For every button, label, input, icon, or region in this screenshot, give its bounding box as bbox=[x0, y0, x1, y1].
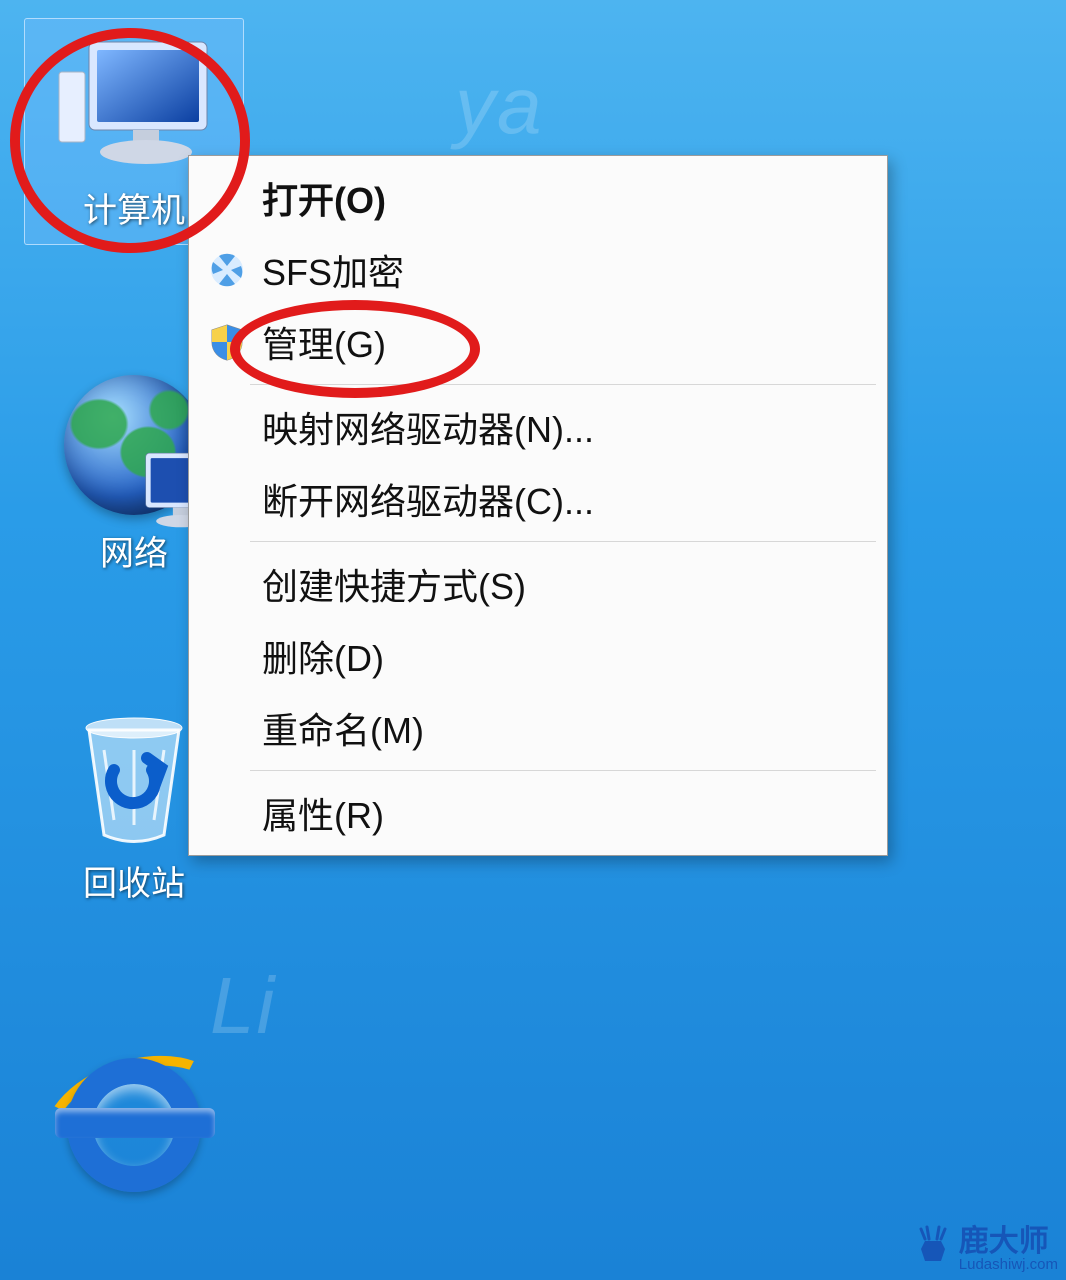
watermark-ghost: ya bbox=[455, 60, 544, 152]
context-menu-separator bbox=[250, 384, 876, 385]
menu-item-label: 重命名(M) bbox=[262, 702, 424, 754]
watermark-url: Ludashiwj.com bbox=[959, 1257, 1058, 1273]
desktop-icon-label: 回收站 bbox=[24, 856, 244, 905]
menu-item-label: 删除(D) bbox=[262, 630, 384, 682]
context-menu-separator bbox=[250, 541, 876, 542]
context-menu-sfs-encrypt[interactable]: SFS加密 bbox=[192, 234, 884, 306]
context-menu-create-shortcut[interactable]: 创建快捷方式(S) bbox=[192, 548, 884, 620]
deer-icon bbox=[913, 1225, 953, 1274]
sfs-icon bbox=[206, 249, 248, 291]
context-menu-disconnect-network-drive[interactable]: 断开网络驱动器(C)... bbox=[192, 463, 884, 535]
context-menu-manage[interactable]: 管理(G) bbox=[192, 306, 884, 378]
context-menu-open[interactable]: 打开(O) bbox=[192, 162, 884, 234]
menu-item-label: 属性(R) bbox=[262, 787, 384, 839]
context-menu: 打开(O) SFS加密 管理(G) 映射网络驱动器 bbox=[188, 155, 888, 856]
menu-item-label: 管理(G) bbox=[262, 316, 386, 368]
menu-item-label: 创建快捷方式(S) bbox=[262, 558, 526, 610]
watermark-brand-name: 鹿大师 bbox=[959, 1226, 1058, 1258]
uac-shield-icon bbox=[206, 321, 248, 363]
context-menu-separator bbox=[250, 770, 876, 771]
menu-item-label: 断开网络驱动器(C)... bbox=[262, 473, 594, 525]
context-menu-properties[interactable]: 属性(R) bbox=[192, 777, 884, 849]
watermark-ghost: Li bbox=[210, 960, 276, 1052]
ie-icon bbox=[49, 1050, 219, 1200]
context-menu-rename[interactable]: 重命名(M) bbox=[192, 692, 884, 764]
menu-item-label: 映射网络驱动器(N)... bbox=[262, 401, 594, 453]
menu-item-label: 打开(O) bbox=[262, 172, 386, 224]
menu-item-label: SFS加密 bbox=[262, 244, 404, 296]
context-menu-map-network-drive[interactable]: 映射网络驱动器(N)... bbox=[192, 391, 884, 463]
watermark-brand: 鹿大师 Ludashiwj.com bbox=[913, 1225, 1058, 1274]
desktop-icon-internet-explorer[interactable] bbox=[24, 1050, 244, 1206]
context-menu-delete[interactable]: 删除(D) bbox=[192, 620, 884, 692]
